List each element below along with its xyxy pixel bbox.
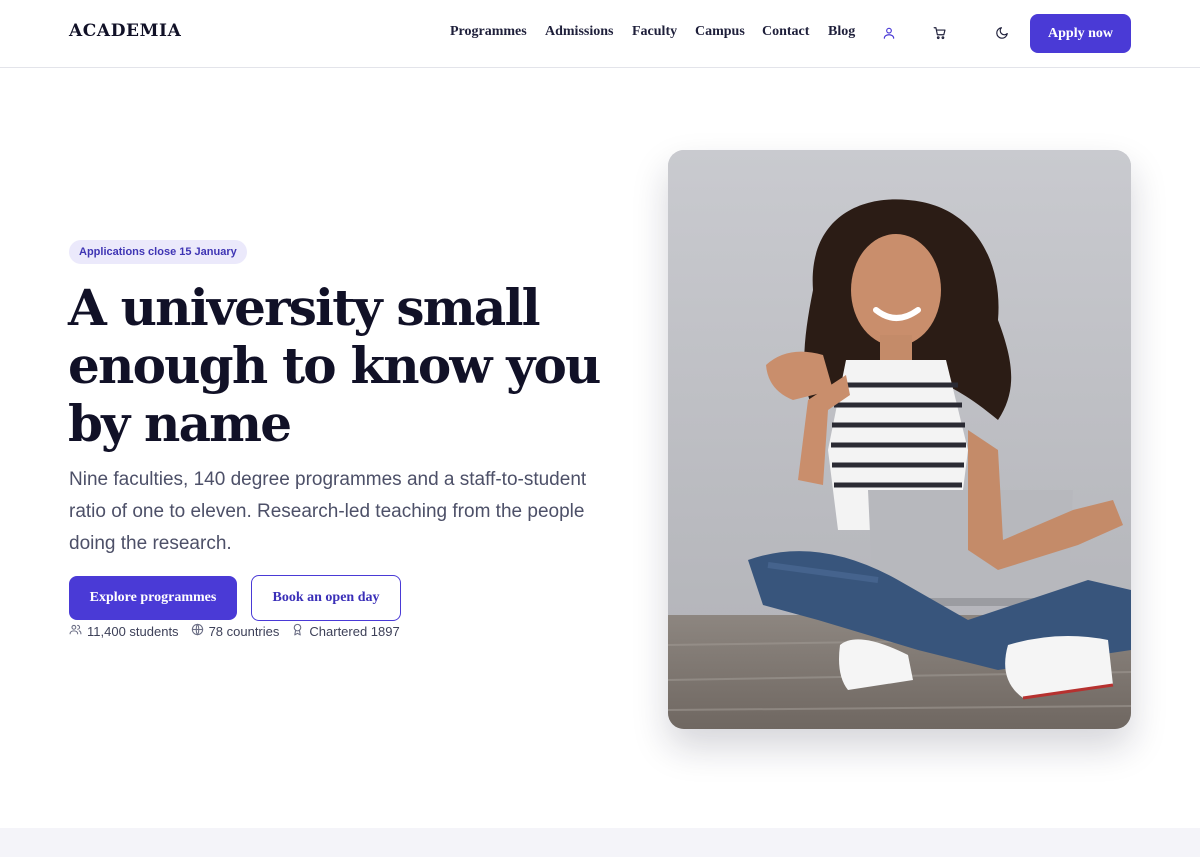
nav-item-admissions[interactable]: Admissions [545,24,613,40]
student-with-laptop-photo [668,150,1131,729]
globe-icon [191,623,204,639]
stat-students-text: 11,400 students [87,623,179,639]
hero-image [668,150,1131,729]
logo[interactable]: ACADEMIA [69,21,181,41]
nav-item-programmes[interactable]: Programmes [450,24,527,40]
explore-programmes-button[interactable]: Explore programmes [69,576,237,620]
nav-item-blog[interactable]: Blog [828,24,855,40]
hero-stats: 11,400 students 78 countries Chartered 1… [69,623,400,639]
next-section-band [0,828,1200,857]
apply-now-button[interactable]: Apply now [1030,14,1131,53]
hero-headline: A university small enough to know you by… [68,278,601,453]
award-icon [291,623,304,639]
stat-countries: 78 countries [191,623,280,639]
nav-item-faculty[interactable]: Faculty [632,24,677,40]
book-open-day-button[interactable]: Book an open day [251,575,401,621]
users-icon [69,623,82,639]
stat-chartered: Chartered 1897 [291,623,400,639]
site-header: ACADEMIA Programmes Admissions Faculty C… [0,0,1200,68]
stat-students: 11,400 students [69,623,179,639]
hero-description: Nine faculties, 140 degree programmes an… [69,469,587,554]
deadline-badge: Applications close 15 January [69,240,247,264]
stat-countries-text: 78 countries [208,623,280,639]
cart-icon[interactable] [929,22,951,44]
user-icon[interactable] [878,22,900,44]
nav-item-campus[interactable]: Campus [695,24,745,40]
stat-chartered-text: Chartered 1897 [309,623,400,639]
moon-icon[interactable] [991,22,1013,44]
nav-item-contact[interactable]: Contact [762,24,809,40]
